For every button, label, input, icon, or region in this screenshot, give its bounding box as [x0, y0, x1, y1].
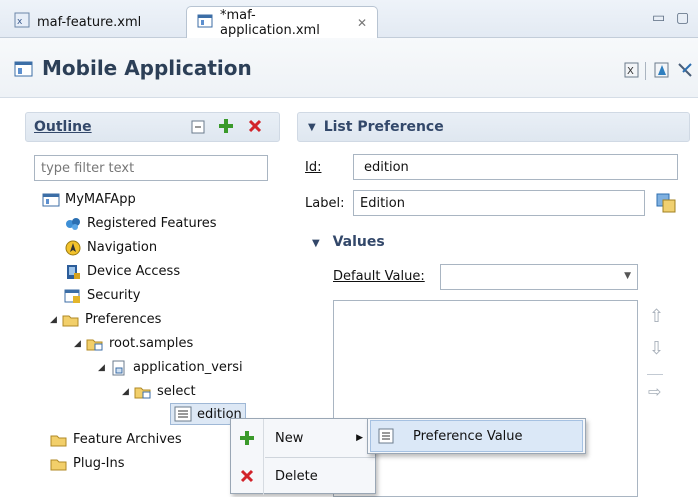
list-preference-title: List Preference [323, 119, 444, 135]
new-submenu: Preference Value [367, 418, 586, 454]
import-icon[interactable]: ⇨ [648, 382, 661, 401]
header-divider [645, 62, 646, 80]
folder-open-icon [62, 312, 80, 328]
outline-title: Outline [34, 119, 92, 135]
label-input[interactable]: Edition [353, 190, 645, 216]
expand-twistie-icon[interactable]: ◢ [98, 363, 110, 373]
app-icon [42, 192, 60, 208]
tree-item-preferences[interactable]: ◢ Preferences [50, 308, 161, 331]
list-preference-header[interactable]: ▼ List Preference [297, 112, 690, 142]
values-list[interactable] [333, 300, 638, 497]
move-up-icon[interactable]: ⇧ [649, 306, 664, 327]
menu-separator [265, 457, 375, 458]
maximize-icon[interactable]: ▢ [676, 10, 689, 26]
tree-item-mymafapp[interactable]: MyMAFApp [42, 188, 136, 211]
expand-twistie-icon[interactable]: ◢ [74, 339, 86, 349]
move-down-icon[interactable]: ⇩ [649, 338, 664, 359]
tree-item-feature-archives[interactable]: Feature Archives [50, 428, 182, 451]
context-menu: New ▶ Delete [230, 418, 376, 495]
translate-icon[interactable] [656, 193, 676, 217]
folder-open-icon [50, 432, 68, 448]
collapse-arrow-icon: ▼ [308, 121, 316, 133]
xml-source-icon[interactable]: X [624, 62, 640, 82]
features-icon [64, 216, 82, 232]
tree-item-root-samples[interactable]: ◢ root.samples [74, 332, 193, 355]
outline-filter-input[interactable]: type filter text [34, 155, 268, 181]
deploy-icon[interactable] [654, 62, 670, 82]
default-value-label: Default Value: [333, 269, 425, 284]
preference-page-icon [110, 360, 128, 376]
page-title: Mobile Application [42, 56, 252, 80]
list-item-icon [174, 406, 192, 422]
values-section-header[interactable]: ▼ Values [312, 234, 385, 250]
tree-item-application-version[interactable]: ◢ application_versi [98, 356, 282, 379]
tab-label: *maf-application.xml [220, 7, 320, 38]
label-label: Label: [305, 196, 345, 211]
collapse-all-icon[interactable] [191, 120, 205, 138]
values-title: Values [332, 234, 385, 250]
remove-icon[interactable] [247, 118, 263, 138]
mobile-application-icon [14, 60, 34, 82]
tab-maf-application[interactable]: *maf-application.xml ✕ [186, 6, 378, 38]
add-icon [231, 431, 263, 445]
menu-item-new[interactable]: New ▶ [231, 421, 375, 455]
svg-text:X: X [627, 66, 634, 77]
tree-item-device-access[interactable]: Device Access [64, 260, 180, 283]
toolbar-divider [647, 374, 663, 375]
dropdown-arrow-icon: ▼ [624, 271, 631, 281]
device-access-icon [64, 264, 82, 280]
navigation-icon [64, 240, 82, 256]
app-file-icon [197, 13, 213, 33]
add-icon[interactable] [218, 118, 234, 138]
filter-placeholder: type filter text [41, 160, 135, 176]
default-value-select[interactable]: ▼ [440, 264, 638, 290]
xml-file-icon: x [14, 12, 30, 32]
outline-section-header: Outline [25, 112, 280, 142]
tab-label: maf-feature.xml [37, 14, 142, 30]
submenu-arrow-icon: ▶ [356, 433, 363, 443]
id-label: Id: [305, 160, 322, 175]
menu-item-preference-value[interactable]: Preference Value [370, 420, 583, 452]
id-input[interactable]: edition [353, 154, 678, 180]
tree-item-navigation[interactable]: Navigation [64, 236, 157, 259]
delete-icon [231, 469, 263, 483]
collapse-arrow-icon: ▼ [312, 238, 320, 249]
menu-item-delete[interactable]: Delete [231, 459, 375, 493]
tree-item-select[interactable]: ◢ select [122, 380, 196, 403]
close-tab-icon[interactable]: ✕ [357, 16, 367, 30]
preference-value-icon [371, 428, 401, 444]
tree-item-plug-ins[interactable]: Plug-Ins [50, 452, 124, 475]
expand-twistie-icon[interactable]: ◢ [122, 387, 134, 397]
preference-list-folder-icon [134, 384, 152, 400]
svg-text:x: x [17, 17, 23, 27]
tree-item-security[interactable]: Security [64, 284, 140, 307]
tools-icon[interactable] [677, 62, 693, 82]
security-icon [64, 288, 82, 304]
preference-group-icon [86, 336, 104, 352]
minimize-icon[interactable]: ▭ [652, 10, 665, 26]
folder-open-icon [50, 456, 68, 472]
expand-twistie-icon[interactable]: ◢ [50, 315, 62, 325]
tab-maf-feature[interactable]: x maf-feature.xml [4, 6, 186, 38]
tree-item-registered-features[interactable]: Registered Features [64, 212, 217, 235]
